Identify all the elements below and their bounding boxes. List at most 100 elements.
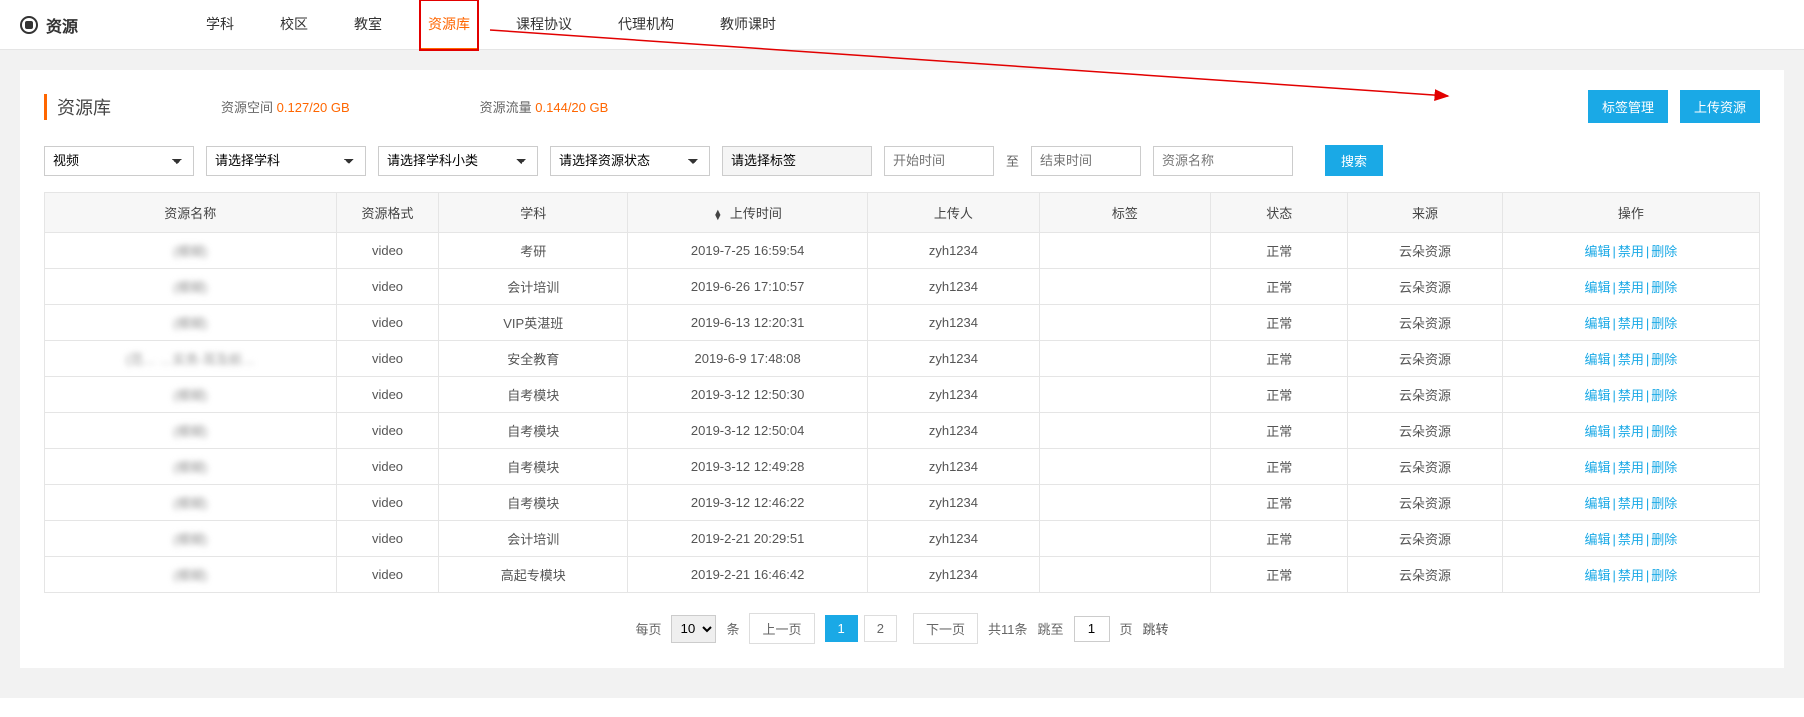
edit-link[interactable]: 编辑: [1584, 316, 1610, 331]
disable-link[interactable]: 禁用: [1618, 532, 1644, 547]
disable-link[interactable]: 禁用: [1618, 568, 1644, 583]
actions-cell: 编辑|禁用|删除: [1502, 377, 1759, 413]
cell: 2019-6-9 17:48:08: [628, 341, 868, 377]
nav-tab-4[interactable]: 课程协议: [508, 0, 580, 50]
cell: 安全教育: [439, 341, 628, 377]
cell: zyh1234: [868, 557, 1040, 593]
actions-cell: 编辑|禁用|删除: [1502, 341, 1759, 377]
status-select[interactable]: 请选择资源状态: [550, 146, 710, 176]
disable-link[interactable]: 禁用: [1618, 280, 1644, 295]
edit-link[interactable]: 编辑: [1584, 532, 1610, 547]
cell: video: [336, 521, 439, 557]
page-2-button[interactable]: 2: [864, 615, 897, 642]
cell: 正常: [1211, 269, 1348, 305]
nav-tab-0[interactable]: 学科: [198, 0, 242, 50]
cell: 2019-3-12 12:50:04: [628, 413, 868, 449]
edit-link[interactable]: 编辑: [1584, 496, 1610, 511]
prev-page-button[interactable]: 上一页: [749, 613, 814, 644]
tag-select[interactable]: 请选择标签: [722, 146, 872, 176]
tag-manage-button[interactable]: 标签管理: [1588, 90, 1668, 123]
cell: 2019-2-21 20:29:51: [628, 521, 868, 557]
page-1-button[interactable]: 1: [825, 615, 858, 642]
sort-icon: ▲▼: [713, 210, 722, 220]
delete-link[interactable]: 删除: [1651, 496, 1677, 511]
table-row: (模糊)video自考模块2019-3-12 12:50:30zyh1234正常…: [45, 377, 1760, 413]
end-time-input[interactable]: [1031, 146, 1141, 176]
name-input[interactable]: [1153, 146, 1293, 176]
logo-text: 资源: [46, 13, 78, 37]
table-row: (模糊)video考研2019-7-25 16:59:54zyh1234正常云朵…: [45, 233, 1760, 269]
cell: [1039, 521, 1211, 557]
subject-select[interactable]: 请选择学科: [206, 146, 366, 176]
cell: 云朵资源: [1348, 557, 1502, 593]
delete-link[interactable]: 删除: [1651, 244, 1677, 259]
cell: video: [336, 341, 439, 377]
content-area: 资源库 资源空间 0.127/20 GB 资源流量 0.144/20 GB 标签…: [0, 50, 1804, 698]
actions-cell: 编辑|禁用|删除: [1502, 413, 1759, 449]
cell: 云朵资源: [1348, 269, 1502, 305]
edit-link[interactable]: 编辑: [1584, 424, 1610, 439]
disable-link[interactable]: 禁用: [1618, 352, 1644, 367]
nav-tab-2[interactable]: 教室: [346, 0, 390, 50]
cell: [1039, 449, 1211, 485]
edit-link[interactable]: 编辑: [1584, 244, 1610, 259]
nav-tab-1[interactable]: 校区: [272, 0, 316, 50]
cell: 自考模块: [439, 413, 628, 449]
cell: 2019-3-12 12:50:30: [628, 377, 868, 413]
delete-link[interactable]: 删除: [1651, 388, 1677, 403]
edit-link[interactable]: 编辑: [1584, 568, 1610, 583]
delete-link[interactable]: 删除: [1651, 316, 1677, 331]
start-time-input[interactable]: [884, 146, 994, 176]
delete-link[interactable]: 删除: [1651, 424, 1677, 439]
delete-link[interactable]: 删除: [1651, 352, 1677, 367]
jump-button[interactable]: 跳转: [1143, 619, 1169, 638]
nav-tab-6[interactable]: 教师课时: [712, 0, 784, 50]
disable-link[interactable]: 禁用: [1618, 316, 1644, 331]
actions-cell: 编辑|禁用|删除: [1502, 269, 1759, 305]
per-page-select[interactable]: 10: [671, 615, 716, 643]
cell: 自考模块: [439, 377, 628, 413]
filter-bar: 视频 请选择学科 请选择学科小类 请选择资源状态 请选择标签 至 搜索: [44, 145, 1760, 176]
cell: zyh1234: [868, 413, 1040, 449]
nav-tab-3[interactable]: 资源库: [420, 0, 478, 50]
cell: 2019-2-21 16:46:42: [628, 557, 868, 593]
nav-tab-5[interactable]: 代理机构: [610, 0, 682, 50]
sub-subject-select[interactable]: 请选择学科小类: [378, 146, 538, 176]
edit-link[interactable]: 编辑: [1584, 388, 1610, 403]
actions-cell: 编辑|禁用|删除: [1502, 485, 1759, 521]
edit-link[interactable]: 编辑: [1584, 460, 1610, 475]
edit-link[interactable]: 编辑: [1584, 352, 1610, 367]
col-header-3[interactable]: ▲▼ 上传时间: [628, 193, 868, 233]
jump-page-input[interactable]: [1074, 616, 1110, 642]
panel-header: 资源库 资源空间 0.127/20 GB 资源流量 0.144/20 GB 标签…: [44, 90, 1760, 123]
delete-link[interactable]: 删除: [1651, 460, 1677, 475]
cell: (模糊): [45, 485, 337, 521]
cell: 高起专模块: [439, 557, 628, 593]
cell: video: [336, 269, 439, 305]
upload-resource-button[interactable]: 上传资源: [1680, 90, 1760, 123]
disable-link[interactable]: 禁用: [1618, 496, 1644, 511]
disable-link[interactable]: 禁用: [1618, 460, 1644, 475]
col-header-7: 来源: [1348, 193, 1502, 233]
disable-link[interactable]: 禁用: [1618, 424, 1644, 439]
cell: 2019-6-26 17:10:57: [628, 269, 868, 305]
type-select[interactable]: 视频: [44, 146, 194, 176]
cell: VIP英湛班: [439, 305, 628, 341]
cell: 自考模块: [439, 449, 628, 485]
search-button[interactable]: 搜索: [1325, 145, 1383, 176]
cell: zyh1234: [868, 521, 1040, 557]
per-page-unit: 条: [726, 619, 739, 638]
delete-link[interactable]: 删除: [1651, 532, 1677, 547]
cell: 正常: [1211, 377, 1348, 413]
cell: 云朵资源: [1348, 449, 1502, 485]
disable-link[interactable]: 禁用: [1618, 388, 1644, 403]
cell: 正常: [1211, 557, 1348, 593]
next-page-button[interactable]: 下一页: [913, 613, 978, 644]
cell: 2019-6-13 12:20:31: [628, 305, 868, 341]
total-count: 共11条: [988, 619, 1028, 638]
delete-link[interactable]: 删除: [1651, 568, 1677, 583]
cell: zyh1234: [868, 233, 1040, 269]
edit-link[interactable]: 编辑: [1584, 280, 1610, 295]
delete-link[interactable]: 删除: [1651, 280, 1677, 295]
disable-link[interactable]: 禁用: [1618, 244, 1644, 259]
